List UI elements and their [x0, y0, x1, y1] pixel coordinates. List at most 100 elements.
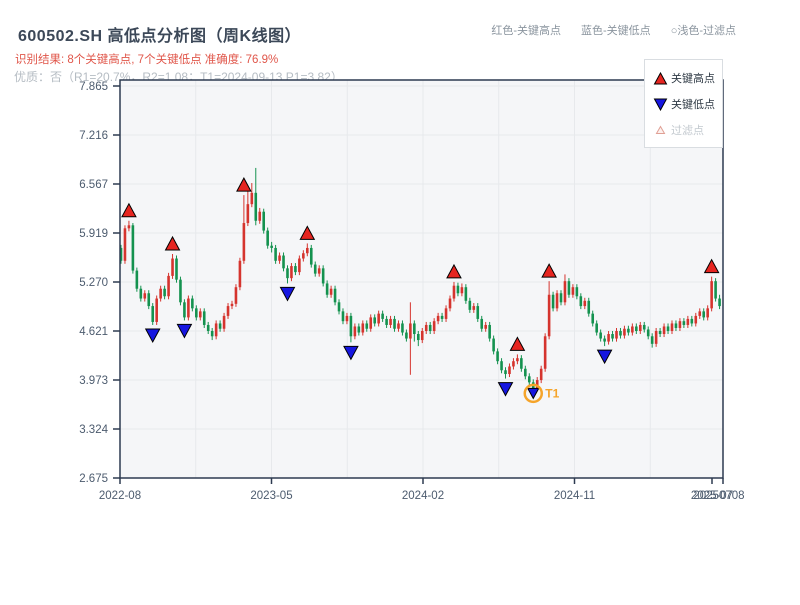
- candle-body: [167, 275, 170, 297]
- candle-body: [230, 303, 234, 307]
- candle-body: [484, 324, 487, 329]
- candle-body: [650, 336, 654, 344]
- candle-body: [405, 332, 408, 339]
- price-axis-label: 4.621: [79, 326, 108, 338]
- candle-body: [674, 323, 678, 328]
- candle-body: [714, 281, 717, 299]
- candle-body: [306, 247, 309, 254]
- candle-body: [595, 323, 598, 333]
- candle-body: [250, 192, 254, 205]
- candle-body: [341, 311, 345, 322]
- candle-body: [468, 300, 472, 310]
- candle-body: [452, 285, 456, 299]
- candle-body: [214, 323, 218, 337]
- candle-body: [357, 326, 361, 333]
- candle-body: [547, 294, 551, 337]
- candle-body: [210, 331, 214, 337]
- candle-body: [163, 288, 166, 297]
- candle-body: [460, 287, 464, 294]
- candle-body: [472, 306, 476, 310]
- candle-body: [222, 315, 226, 329]
- candle-body: [619, 331, 622, 336]
- candle-body: [512, 361, 515, 367]
- candle-body: [175, 258, 178, 280]
- candle-body: [333, 288, 337, 303]
- candle-body: [377, 313, 380, 324]
- candle-body: [361, 323, 365, 333]
- candle-body: [690, 318, 694, 324]
- candle-body: [694, 315, 698, 324]
- candle-body: [464, 287, 468, 301]
- candle-body: [302, 253, 305, 259]
- candle-body: [638, 324, 642, 331]
- candle-body: [274, 247, 277, 261]
- candle-body: [654, 331, 658, 344]
- candle-body: [432, 321, 436, 331]
- price-axis-label: 2.675: [79, 473, 108, 485]
- candle-body: [413, 323, 416, 335]
- date-axis-label: 2022-08: [99, 490, 141, 502]
- candle-body: [242, 223, 246, 261]
- candle-body: [139, 288, 143, 299]
- candle-body: [583, 300, 587, 307]
- candle-body: [123, 228, 127, 261]
- legend-row-filtered: 过滤点: [651, 117, 722, 143]
- candle-body: [143, 293, 147, 299]
- candle-body: [571, 287, 575, 295]
- candle-body: [563, 281, 567, 303]
- price-axis-label: 3.973: [79, 375, 108, 387]
- candle-body: [309, 247, 313, 265]
- legend-label-filtered: 过滤点: [671, 125, 704, 137]
- candle-body: [480, 318, 484, 329]
- candle-body: [409, 323, 412, 339]
- candle-body: [666, 326, 670, 331]
- candle-body: [329, 288, 333, 295]
- candle-body: [191, 298, 194, 309]
- candle-body: [706, 308, 709, 318]
- candle-body: [440, 315, 444, 319]
- candle-body: [555, 293, 559, 309]
- candle-body: [353, 326, 357, 337]
- candle-body: [282, 255, 285, 269]
- candle-body: [559, 293, 563, 303]
- candle-body: [662, 326, 666, 335]
- price-axis-label: 6.567: [79, 179, 108, 191]
- candle-body: [369, 317, 373, 329]
- candle-body: [448, 298, 452, 309]
- date-axis-label: 2023-05: [250, 490, 292, 502]
- candle-body: [393, 318, 396, 329]
- candle-body: [678, 321, 682, 328]
- candle-body: [258, 211, 262, 221]
- blue-down-triangle-icon: [651, 98, 669, 111]
- candle-body: [198, 311, 202, 318]
- candle-body: [611, 334, 614, 339]
- candle-body: [631, 326, 634, 333]
- candle-body: [682, 321, 686, 325]
- legend-row-key-low: 关键低点: [651, 91, 722, 117]
- candle-body: [337, 302, 341, 312]
- candle-body: [321, 268, 325, 284]
- plot-background: [120, 80, 723, 478]
- candle-body: [195, 308, 198, 318]
- candle-body: [385, 318, 388, 325]
- candle-body: [496, 351, 499, 362]
- candle-body: [254, 192, 258, 221]
- candle-body: [262, 211, 266, 231]
- candle-body: [527, 376, 531, 383]
- candle-body: [642, 324, 646, 330]
- open-triangle-icon: [651, 125, 669, 135]
- candle-body: [397, 323, 400, 329]
- candle-body: [575, 287, 579, 297]
- price-axis-label: 3.324: [79, 424, 108, 436]
- candle-body: [246, 204, 250, 224]
- candle-body: [686, 318, 690, 325]
- candle-body: [615, 331, 618, 339]
- red-up-triangle-icon: [651, 71, 669, 85]
- candle-body: [313, 264, 317, 274]
- candle-body: [444, 308, 448, 319]
- candle-body: [206, 324, 210, 331]
- candle-body: [135, 270, 139, 289]
- price-axis-label: 7.865: [79, 81, 108, 93]
- candle-body: [373, 317, 376, 324]
- candle-body: [401, 323, 404, 333]
